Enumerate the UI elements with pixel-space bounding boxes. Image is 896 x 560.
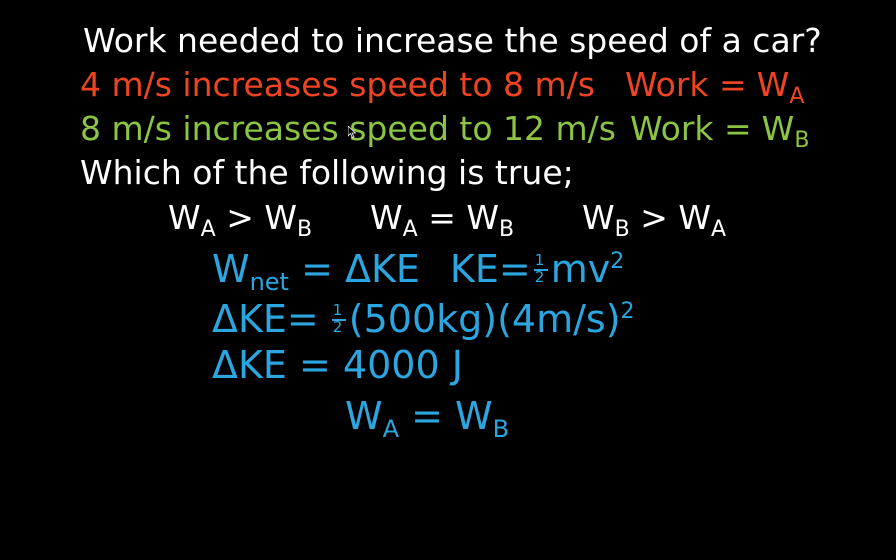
- delta-ke-expr: (500kg)(4m/s): [348, 297, 621, 341]
- option-3-left: W: [582, 198, 615, 237]
- wnet-var: W: [212, 247, 250, 291]
- ke-formula: mv: [550, 247, 611, 291]
- ke-label: KE=: [449, 247, 531, 291]
- slide-title: Work needed to increase the speed of a c…: [83, 21, 822, 60]
- delta-ke-exponent: 2: [620, 299, 635, 324]
- conclusion-right: W: [455, 394, 493, 438]
- option-wb-greater-wa[interactable]: WB > WA: [582, 201, 726, 241]
- option-3-right: W: [678, 198, 712, 237]
- ke-exponent: 2: [610, 249, 625, 274]
- case-b-work-label: Work =: [629, 109, 752, 148]
- equation-delta-ke-calc: ΔKE= 1 2 (500kg)(4m/s)2: [212, 300, 635, 338]
- option-3-right-sub: A: [711, 217, 727, 242]
- conclusion-right-sub: B: [492, 415, 510, 443]
- conclusion-left: W: [345, 394, 383, 438]
- option-1-right: W: [264, 198, 297, 237]
- half-fraction-2: 12: [331, 302, 347, 336]
- conclusion-left-sub: A: [382, 415, 399, 443]
- option-1-op: >: [226, 198, 254, 237]
- half-numerator: 1: [534, 251, 545, 269]
- case-b-work-sub: B: [794, 128, 810, 153]
- option-3-op: >: [640, 198, 668, 237]
- case-b-work-var: W: [761, 109, 795, 148]
- wnet-sub: net: [249, 268, 289, 296]
- option-2-left-sub: A: [402, 217, 418, 242]
- question-text: Which of the following is true;: [80, 153, 574, 192]
- case-b-line: 8 m/s increases speed to 12 m/s Work = WB: [80, 112, 809, 152]
- option-1-right-sub: B: [297, 217, 313, 242]
- option-2-right-sub: B: [499, 217, 515, 242]
- wnet-rest: = ΔKE: [301, 247, 420, 291]
- case-a-work-sub: A: [789, 84, 805, 109]
- half-numerator-2: 1: [332, 301, 343, 319]
- case-a-line: 4 m/s increases speed to 8 m/s Work = WA: [80, 68, 804, 108]
- half-denominator: 2: [534, 268, 545, 286]
- case-a-work-var: W: [756, 65, 790, 104]
- case-a-text: 4 m/s increases speed to 8 m/s: [80, 65, 595, 104]
- option-1-left-sub: A: [200, 217, 216, 242]
- mouse-cursor-icon: [348, 126, 356, 138]
- option-2-right: W: [466, 198, 499, 237]
- equation-work-energy: Wnet = ΔKE KE= 1 2 mv2: [212, 250, 624, 294]
- half-denominator-2: 2: [332, 318, 343, 336]
- option-3-left-sub: B: [614, 217, 630, 242]
- delta-ke-lhs: ΔKE=: [212, 297, 319, 341]
- equation-delta-ke-result: ΔKE = 4000 J: [212, 343, 463, 387]
- half-fraction: 12: [533, 252, 549, 286]
- conclusion-op: =: [411, 394, 443, 438]
- option-wa-greater-wb[interactable]: WA > WB: [168, 201, 312, 241]
- case-a-work-label: Work =: [624, 65, 747, 104]
- equation-conclusion: WA = WB: [345, 397, 509, 441]
- option-2-left: W: [370, 198, 403, 237]
- option-2-op: =: [428, 198, 456, 237]
- option-1-left: W: [168, 198, 201, 237]
- option-wa-equals-wb[interactable]: WA = WB: [370, 201, 514, 241]
